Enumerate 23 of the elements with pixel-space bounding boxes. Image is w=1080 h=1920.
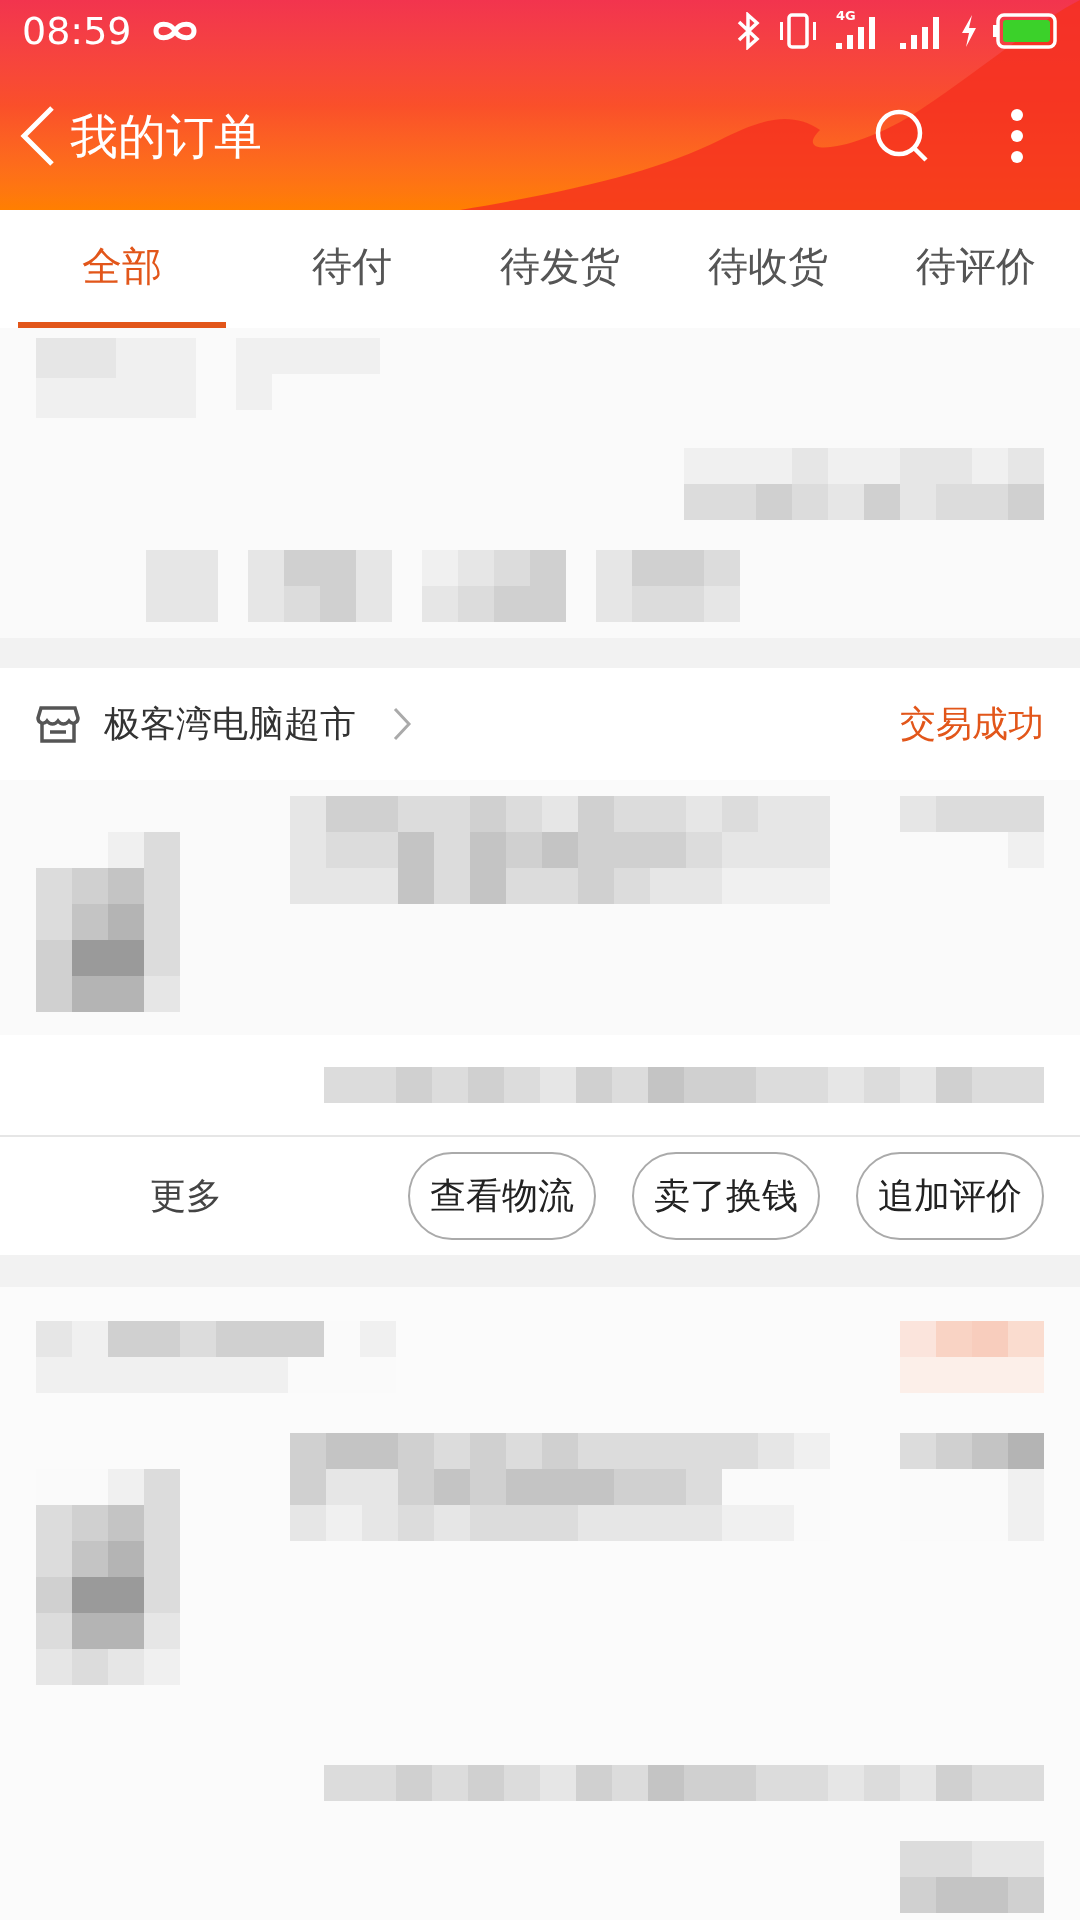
status-time: 08:59 [22,12,132,50]
back-button[interactable] [18,105,56,167]
store-icon [36,704,80,744]
page-title: 我的订单 [70,112,262,160]
more-link[interactable]: 更多 [150,1169,222,1223]
search-icon[interactable] [874,108,930,164]
battery-icon [992,13,1058,49]
more-icon[interactable] [1010,108,1024,164]
order-action-button[interactable]: 追加评价 [856,1152,1044,1240]
network-type: 4G [836,9,856,22]
store-link[interactable]: 极客湾电脑超市 [104,697,412,751]
vibrate-icon [778,13,818,49]
bluetooth-icon [736,12,762,50]
charging-icon [960,14,978,48]
order-action-button[interactable]: 卖了换钱 [632,1152,820,1240]
order-tab[interactable]: 待付 [248,210,456,328]
order-tab[interactable]: 待收货 [664,210,872,328]
back-icon [18,105,56,167]
order-action-button[interactable]: 查看物流 [408,1152,596,1240]
order-status: 交易成功 [900,702,1044,746]
order-tab[interactable]: 待发货 [456,210,664,328]
order-tab[interactable]: 待评价 [872,210,1080,328]
chevron-right-icon [392,706,412,742]
